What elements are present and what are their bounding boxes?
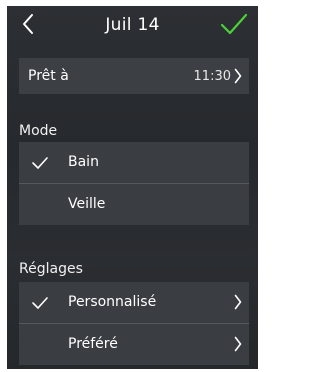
settings-option-prefere[interactable]: Préféré <box>19 324 249 365</box>
mode-section-heading: Mode <box>19 123 58 139</box>
chevron-right-icon <box>234 294 242 310</box>
ready-at-time: 11:30 <box>193 69 231 84</box>
header: Juil 14 <box>7 6 258 42</box>
confirm-button[interactable] <box>218 10 250 38</box>
chevron-right-icon <box>234 68 242 84</box>
ready-at-row[interactable]: Prêt à 11:30 <box>19 58 249 94</box>
ready-at-label: Prêt à <box>28 68 69 84</box>
chevron-right-icon <box>234 336 242 352</box>
mode-option-label: Bain <box>68 154 99 170</box>
thermostat-screen: Juil 14 Prêt à 11:30 Mode Bain Veille Ré… <box>7 6 258 369</box>
checkmark-icon <box>32 157 48 169</box>
mode-option-veille[interactable]: Veille <box>19 184 249 225</box>
settings-option-label: Personnalisé <box>68 294 157 310</box>
mode-option-bain[interactable]: Bain <box>19 142 249 183</box>
settings-section-heading: Réglages <box>19 261 83 277</box>
settings-option-label: Préféré <box>68 336 118 352</box>
checkmark-icon <box>32 297 48 309</box>
checkmark-icon <box>220 13 248 35</box>
settings-option-personnalise[interactable]: Personnalisé <box>19 282 249 323</box>
mode-option-label: Veille <box>68 196 106 212</box>
